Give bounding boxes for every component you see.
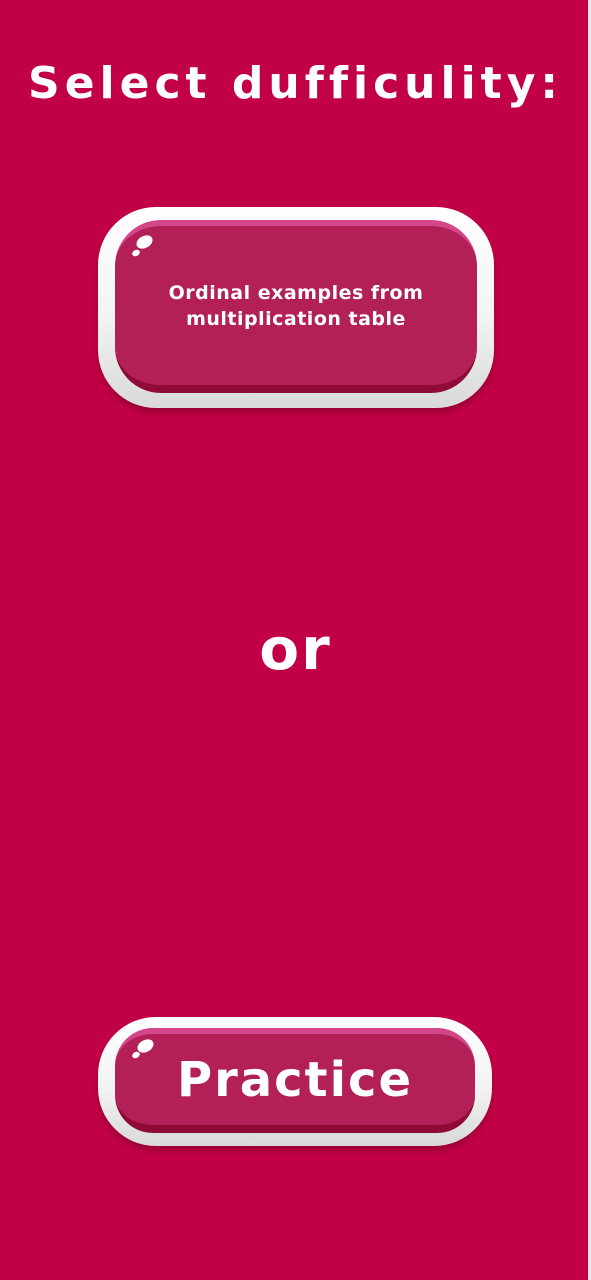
gloss-dot-icon [131, 248, 141, 258]
practice-button-face: Practice [115, 1028, 475, 1133]
ordinal-examples-button-face: Ordinal examples from multiplication tab… [115, 220, 477, 393]
ordinal-examples-label: Ordinal examples from multiplication tab… [168, 281, 424, 330]
difficulty-screen: Select dufficulity: Ordinal examples fro… [0, 0, 591, 1280]
practice-button[interactable]: Practice [98, 1017, 492, 1146]
page-title: Select dufficulity: [28, 58, 563, 109]
ordinal-examples-button[interactable]: Ordinal examples from multiplication tab… [98, 207, 494, 408]
practice-label: Practice [176, 1051, 414, 1108]
or-separator: or [259, 615, 332, 683]
